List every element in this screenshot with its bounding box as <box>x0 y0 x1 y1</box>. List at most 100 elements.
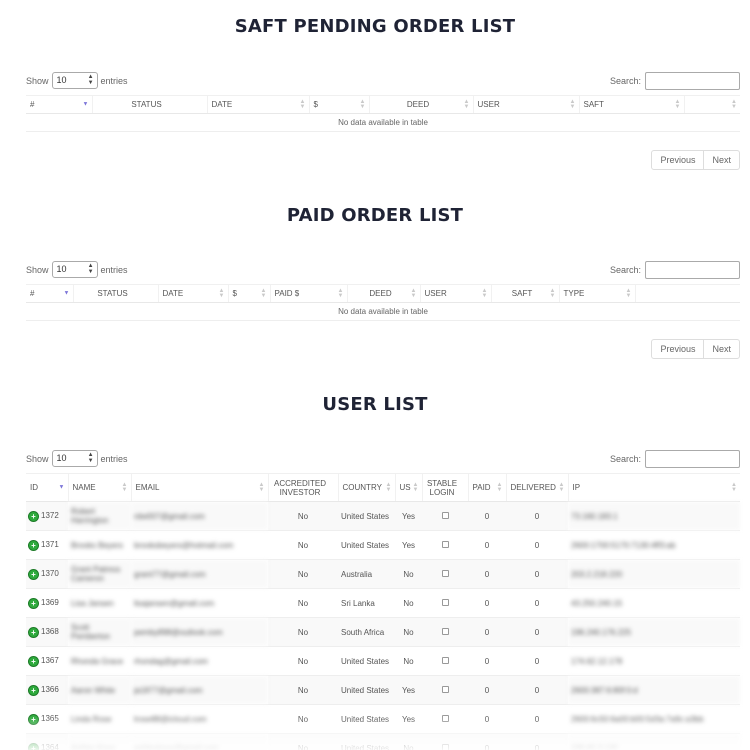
column-label: USER <box>477 100 500 109</box>
column-header[interactable]: $ ▲ ▼ <box>308 95 369 114</box>
sort-icon: ▲ ▼ <box>731 481 737 493</box>
empty-message: No data available in table <box>26 302 740 321</box>
column-header[interactable] <box>634 284 740 303</box>
table-row: +1370 Grant Patmos Cameron grant77@gmail.c… <box>26 559 740 589</box>
column-header[interactable]: ID ▼ <box>26 473 68 502</box>
email-cell: pemby898@outlook.com <box>131 617 268 647</box>
expand-row-icon[interactable]: + <box>29 540 38 550</box>
us-cell: No <box>395 559 422 589</box>
name-cell: Lisa Jansen <box>68 588 131 618</box>
column-header[interactable]: STABLE LOGIN <box>421 473 468 502</box>
expand-row-icon[interactable]: + <box>29 656 38 666</box>
sort-icon: ▲ ▼ <box>412 481 419 493</box>
column-label: STATUS <box>97 289 128 298</box>
expand-row-icon[interactable]: + <box>29 685 38 695</box>
ip-cell: 73.160.183.1 <box>568 501 740 531</box>
column-label: DATE <box>162 289 184 298</box>
ip-cell: 199.60.3.130 <box>568 733 740 750</box>
page-length-select[interactable]: 10 ▲ ▼ <box>51 72 98 89</box>
search-control: Search: <box>610 261 740 279</box>
column-header[interactable]: NAME ▲ ▼ <box>67 473 131 502</box>
column-header[interactable]: $ ▲ ▼ <box>227 284 270 303</box>
sort-icon: ▲ ▼ <box>496 481 503 493</box>
column-header[interactable]: STATUS <box>91 95 207 114</box>
empty-message: No data available in table <box>26 113 740 132</box>
user-id: 1372 <box>41 511 59 521</box>
column-header[interactable]: PAID $ ▲ ▼ <box>269 284 347 303</box>
column-header[interactable]: DEED ▲ ▼ <box>346 284 420 303</box>
stable-login-checkbox[interactable] <box>441 540 449 548</box>
sort-icon: ▲ ▼ <box>121 481 128 493</box>
expand-row-icon[interactable]: + <box>29 743 38 750</box>
paid-cell: 0 <box>468 617 506 647</box>
column-label: STABLE LOGIN <box>426 478 458 497</box>
column-header[interactable]: PAID ▲ ▼ <box>467 473 506 502</box>
expand-row-icon[interactable]: + <box>29 569 38 579</box>
column-header[interactable]: DEED ▲ ▼ <box>368 95 473 114</box>
sort-icon: ▲ ▼ <box>299 98 306 110</box>
page-length-select[interactable]: 10 ▲ ▼ <box>51 261 98 278</box>
sort-desc-icon: ▼ <box>63 290 70 296</box>
sort-icon: ▲ ▼ <box>674 98 681 110</box>
stable-login-checkbox[interactable] <box>441 685 449 693</box>
stable-login-checkbox[interactable] <box>441 714 449 722</box>
column-header[interactable]: ACCREDITED INVESTOR <box>267 473 338 502</box>
stable-login-checkbox[interactable] <box>441 743 449 750</box>
stable-login-checkbox[interactable] <box>441 598 449 606</box>
next-button[interactable]: Next <box>703 151 739 169</box>
search-input[interactable] <box>645 72 740 90</box>
search-input[interactable] <box>645 450 740 468</box>
column-header[interactable]: US ▲ ▼ <box>394 473 422 502</box>
stable-login-cell <box>422 704 468 734</box>
page-length-select[interactable]: 10 ▲ ▼ <box>51 450 98 467</box>
previous-button[interactable]: Previous <box>652 151 703 169</box>
expand-row-icon[interactable]: + <box>29 598 38 608</box>
expand-row-icon[interactable]: + <box>29 627 38 637</box>
column-header[interactable]: # ▼ <box>26 284 73 303</box>
ip-cell: 203.2.218.220 <box>568 559 740 589</box>
email-cell: brooksbeyers@hotmail.com <box>131 530 268 560</box>
country-cell: United States <box>338 704 395 734</box>
column-header[interactable]: TYPE ▲ ▼ <box>558 284 635 303</box>
expand-row-icon[interactable]: + <box>29 511 38 521</box>
column-header[interactable]: USER ▲ ▼ <box>472 95 579 114</box>
delivered-cell: 0 <box>506 675 568 705</box>
column-header[interactable]: # ▼ <box>26 95 92 114</box>
delivered-cell: 0 <box>506 704 568 734</box>
stable-login-checkbox[interactable] <box>441 627 449 635</box>
ip-cell: 2600:6c50:6a00:b00:5d3a:7a9c:a3bb <box>568 704 740 734</box>
column-header[interactable]: USER ▲ ▼ <box>419 284 491 303</box>
paid-order-table: # ▼ STATUS DATE ▲ ▼ $ ▲ ▼ PAID $ ▲ ▼ DEED ▲ ▼ USE… <box>26 284 740 321</box>
name-cell: Aaron White <box>68 675 131 705</box>
column-header[interactable]: COUNTRY ▲ ▼ <box>337 473 395 502</box>
column-header[interactable]: SAFT ▲ ▼ <box>578 95 684 114</box>
email-cell: ja1877@gmail.com <box>131 675 268 705</box>
ip-cell: 196.240.176.225 <box>568 617 740 647</box>
previous-button[interactable]: Previous <box>652 340 703 358</box>
column-header[interactable]: EMAIL ▲ ▼ <box>130 473 268 502</box>
column-header[interactable]: DATE ▲ ▼ <box>157 284 228 303</box>
page-length-value: 10 <box>56 453 67 463</box>
column-header[interactable]: DELIVERED ▲ ▼ <box>505 473 568 502</box>
column-header[interactable]: ▲ ▼ <box>683 95 740 114</box>
stable-login-checkbox[interactable] <box>441 511 449 519</box>
column-header[interactable]: IP ▲ ▼ <box>567 473 740 502</box>
column-header[interactable]: STATUS <box>72 284 158 303</box>
column-header[interactable]: SAFT ▲ ▼ <box>490 284 559 303</box>
column-label: IP <box>572 483 581 492</box>
search-input[interactable] <box>645 261 740 279</box>
page-length-value: 10 <box>56 75 67 85</box>
sort-icon: ▲ ▼ <box>385 481 392 493</box>
page-length-value: 10 <box>56 264 67 274</box>
column-header[interactable]: DATE ▲ ▼ <box>206 95 309 114</box>
name-cell: Grant Patmos Cameron <box>68 559 131 589</box>
accredited-cell: No <box>268 559 338 589</box>
id-cell: +1371 <box>26 530 68 560</box>
expand-row-icon[interactable]: + <box>29 714 38 724</box>
select-arrows-icon: ▲ ▼ <box>87 263 94 275</box>
stable-login-checkbox[interactable] <box>441 569 449 577</box>
next-button[interactable]: Next <box>703 340 739 358</box>
column-label: DATE <box>211 100 233 109</box>
table-row: +1366 Aaron White ja1877@gmail.com No United… <box>26 675 740 705</box>
stable-login-checkbox[interactable] <box>441 656 449 664</box>
